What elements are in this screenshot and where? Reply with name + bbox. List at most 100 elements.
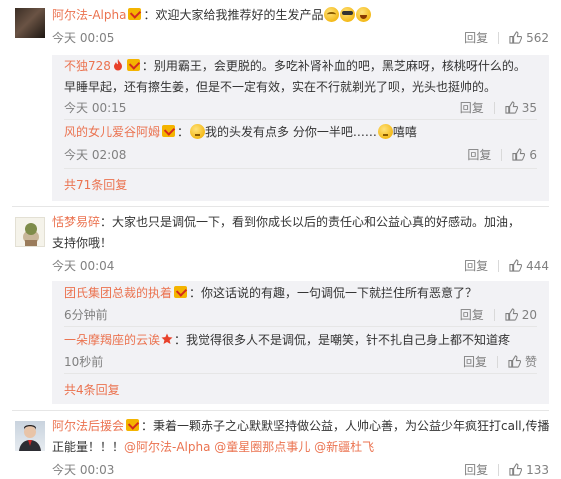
reply-box: 不独728 ：别用霸王，会更脱的。多吃补肾补血的吧，黑芝麻呀，核桃呀什么的。 早睡早…: [52, 55, 549, 201]
reply-button[interactable]: 回复: [464, 29, 488, 46]
thinking-emoji-icon: [377, 124, 393, 139]
comment-text: 阿尔法后援会 ：秉着一颗赤子之心默默坚持做公益，人帅心善，为公益少年疯狂打call…: [52, 416, 552, 458]
thumbs-up-icon: [509, 463, 523, 476]
comment-body-line2: 正能量！！！: [52, 440, 125, 454]
reply-text: 不独728 ：别用霸王，会更脱的。多吃补肾补血的吧，黑芝麻呀，核桃呀什么的。 早睡早…: [64, 56, 537, 98]
avatar[interactable]: [15, 217, 45, 247]
like-count: 562: [526, 31, 549, 45]
comment-text: 恬梦易碎：大家也只是调侃一下，看到你成长以后的责任心和公益心真的好感动。加油， 支…: [52, 212, 552, 254]
comment-body: ：欢迎大家给我推荐好的生发产品: [143, 8, 324, 22]
reply-divider: [64, 168, 537, 169]
reply-time: 10秒前: [64, 355, 104, 369]
reply-button[interactable]: 回复: [467, 148, 491, 162]
reply-button[interactable]: 回复: [460, 101, 484, 115]
reply-username[interactable]: 一朵摩羯座的云诶: [64, 333, 160, 347]
reply-username[interactable]: 团氏集团总裁的执着: [64, 286, 172, 300]
mention-link[interactable]: @阿尔法-Alpha: [124, 440, 210, 454]
reply-meta: 6分钟前 回复 20: [64, 304, 537, 322]
vip-badge-icon: [126, 419, 140, 431]
like-button[interactable]: 444: [509, 259, 549, 273]
reply-button[interactable]: 回复: [464, 257, 488, 274]
like-button[interactable]: 35: [505, 101, 537, 115]
mention-link[interactable]: @童星圈那点事儿: [214, 440, 310, 454]
vip-badge-icon: [174, 286, 188, 298]
like-button[interactable]: 562: [509, 31, 549, 45]
reply-username[interactable]: 风的女儿爱谷阿姆: [64, 125, 160, 139]
comment-time: 今天 00:03: [52, 463, 115, 477]
avatar-illustration-icon: [23, 223, 39, 246]
more-replies-link[interactable]: 共4条回复: [64, 381, 120, 398]
mention-link[interactable]: @新疆杜飞: [314, 440, 374, 454]
fire-icon: [113, 59, 122, 71]
avatar[interactable]: [15, 421, 45, 451]
avatar[interactable]: [15, 8, 45, 38]
red-star-icon: [161, 333, 173, 344]
crying-laugh-emoji-icon: [324, 7, 340, 22]
reply-meta: 今天 00:15 回复 35: [64, 97, 537, 115]
reply-meta: 10秒前 回复 赞: [64, 351, 537, 369]
avatar-portrait-icon: [19, 425, 41, 451]
reply-button[interactable]: 回复: [460, 308, 484, 322]
thinking-emoji-icon: [190, 124, 206, 139]
thumbs-up-icon: [509, 259, 523, 272]
sunglasses-emoji-icon: [340, 7, 356, 22]
reply-body: ：我觉得很多人不是调侃，是嘲笑，针不扎自己身上都不知道疼: [174, 333, 511, 347]
thumbs-up-icon: [509, 31, 523, 44]
like-button[interactable]: 20: [505, 308, 537, 322]
reply-body-suffix: 嘻嘻: [392, 125, 417, 139]
reply-text: 一朵摩羯座的云诶 ：我觉得很多人不是调侃，是嘲笑，针不扎自己身上都不知道疼: [64, 330, 537, 351]
comment-username[interactable]: 阿尔法-Alpha: [52, 8, 126, 22]
divider: [496, 356, 498, 368]
reply-username[interactable]: 不独728: [64, 59, 111, 73]
reply-item: 一朵摩羯座的云诶 ：我觉得很多人不是调侃，是嘲笑，针不扎自己身上都不知道疼 10秒…: [64, 329, 537, 371]
reply-body-line1: ：别用霸王，会更脱的。多吃补肾补血的吧，黑芝麻呀，核桃呀什么的。: [141, 59, 526, 73]
reply-body: ：你这话说的有趣，一句调侃一下就拦住所有恶意了？: [189, 286, 478, 300]
like-count: 20: [521, 308, 537, 322]
comment-username[interactable]: 恬梦易碎: [52, 215, 100, 229]
vip-badge-icon: [128, 8, 142, 20]
reply-divider: [64, 119, 537, 120]
reply-divider: [64, 326, 537, 327]
comment-text: 阿尔法-Alpha ：欢迎大家给我推荐好的生发产品: [52, 5, 552, 26]
thumbs-up-icon: [505, 308, 518, 321]
comment-item: 恬梦易碎：大家也只是调侃一下，看到你成长以后的责任心和公益心真的好感动。加油， 支…: [0, 207, 561, 407]
divider: [493, 102, 495, 114]
comment-meta: 今天 00:05 回复 562: [52, 27, 561, 47]
divider: [498, 32, 500, 44]
vip-badge-icon: [126, 59, 140, 71]
like-button[interactable]: 133: [509, 463, 549, 477]
thumbs-up-icon: [508, 355, 521, 368]
reply-button[interactable]: 回复: [463, 355, 487, 369]
like-label: 赞: [524, 355, 537, 369]
reply-item: 不独728 ：别用霸王，会更脱的。多吃补肾补血的吧，黑芝麻呀，核桃呀什么的。 早睡早…: [64, 55, 537, 117]
like-button[interactable]: 赞: [508, 355, 537, 369]
comment-username[interactable]: 阿尔法后援会: [52, 419, 124, 433]
like-count: 133: [526, 463, 549, 477]
thumbs-up-icon: [505, 101, 518, 114]
comment-time: 今天 00:04: [52, 259, 115, 273]
comment-body-line1: ：秉着一颗赤子之心默默坚持做公益，人帅心善，为公益少年疯狂打call,传播: [141, 419, 550, 433]
divider: [501, 149, 503, 161]
reply-divider: [64, 373, 537, 374]
thumbs-up-icon: [512, 148, 526, 161]
divider: [498, 260, 500, 272]
reply-time: 今天 02:08: [64, 148, 127, 162]
reply-meta: 今天 02:08 回复 6: [64, 144, 537, 162]
comment-body-line1: ：大家也只是调侃一下，看到你成长以后的责任心和公益心真的好感动。加油，: [100, 215, 521, 229]
vip-badge-icon: [162, 125, 176, 137]
comment-item: 阿尔法-Alpha ：欢迎大家给我推荐好的生发产品 今天 00:05 回复 562 …: [0, 0, 561, 205]
like-count: 6: [529, 148, 537, 162]
like-button[interactable]: 6: [512, 148, 537, 162]
comment-meta: 今天 00:03 回复 133: [52, 459, 561, 479]
reply-time: 今天 00:15: [64, 101, 127, 115]
comment-meta: 今天 00:04 回复 444: [52, 255, 561, 275]
more-replies-link[interactable]: 共71条回复: [64, 176, 127, 193]
reply-button[interactable]: 回复: [464, 461, 488, 478]
reply-item: 团氏集团总裁的执着 ：你这话说的有趣，一句调侃一下就拦住所有恶意了？ 6分钟前 回…: [64, 281, 537, 323]
divider: [498, 464, 500, 476]
comment-body-line2: 支持你哦！: [52, 236, 113, 250]
reply-item: 风的女儿爱谷阿姆：我的头发有点多 分你一半吧…… 嘻嘻 今天 02:08 回复 6: [64, 121, 537, 165]
reply-text: 团氏集团总裁的执着 ：你这话说的有趣，一句调侃一下就拦住所有恶意了？: [64, 283, 537, 304]
reply-box: 团氏集团总裁的执着 ：你这话说的有趣，一句调侃一下就拦住所有恶意了？ 6分钟前 回…: [52, 281, 549, 404]
comment-item: 阿尔法后援会 ：秉着一颗赤子之心默默坚持做公益，人帅心善，为公益少年疯狂打call…: [0, 411, 561, 479]
